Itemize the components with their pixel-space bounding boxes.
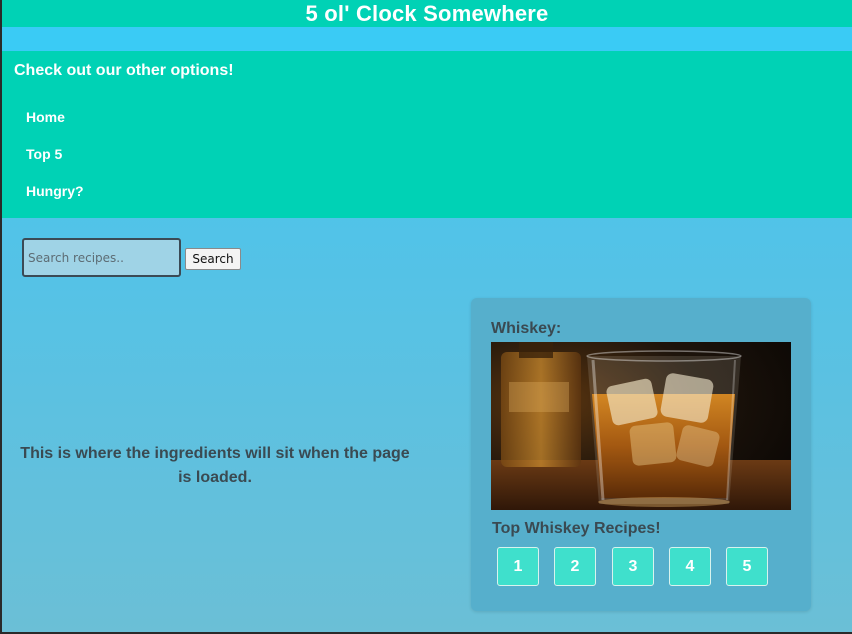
- recipe-page-button-1[interactable]: 1: [497, 547, 539, 586]
- page-frame: 5 ol' Clock Somewhere Check out our othe…: [2, 0, 852, 632]
- site-title: 5 ol' Clock Somewhere: [305, 0, 549, 26]
- site-header: 5 ol' Clock Somewhere: [2, 0, 852, 27]
- ingredients-placeholder: This is where the ingredients will sit w…: [20, 445, 410, 486]
- search-button[interactable]: Search: [185, 248, 241, 270]
- nav-link-home[interactable]: Home: [26, 109, 65, 125]
- nav-link-top-5[interactable]: Top 5: [26, 146, 62, 162]
- recipe-page-button-2[interactable]: 2: [554, 547, 596, 586]
- recipe-page-button-5[interactable]: 5: [726, 547, 768, 586]
- recipe-page-button-3[interactable]: 3: [612, 547, 654, 586]
- whiskey-card: Whiskey: Top Whiskey Recipes! 1 2 3 4 5: [471, 298, 811, 611]
- nav-panel: Check out our other options! Home Top 5 …: [2, 51, 852, 218]
- whiskey-glass-image: [491, 342, 791, 510]
- card-subtitle: Top Whiskey Recipes!: [492, 520, 661, 537]
- recipe-page-button-4[interactable]: 4: [669, 547, 711, 586]
- header-accent-strip: [2, 27, 852, 51]
- nav-heading: Check out our other options!: [14, 62, 234, 79]
- card-title: Whiskey:: [491, 320, 562, 337]
- nav-link-hungry[interactable]: Hungry?: [26, 183, 84, 199]
- search-input[interactable]: [22, 238, 181, 277]
